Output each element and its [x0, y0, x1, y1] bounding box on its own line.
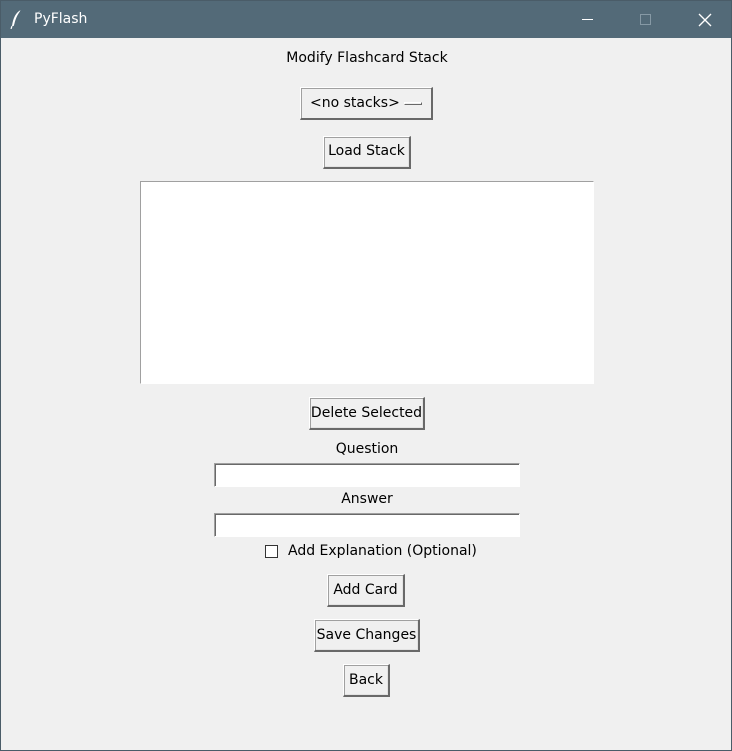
close-icon [698, 13, 712, 27]
question-label: Question [335, 441, 399, 457]
feather-icon [9, 9, 25, 30]
save-changes-label: Save Changes [316, 627, 417, 643]
maximize-icon [640, 14, 651, 25]
question-field[interactable] [214, 463, 520, 487]
checkbox-icon[interactable] [265, 545, 278, 558]
delete-selected-label: Delete Selected [310, 405, 423, 421]
title-bar[interactable]: PyFlash [1, 1, 731, 38]
stack-select-dropdown[interactable]: <no stacks> [300, 87, 433, 120]
answer-label: Answer [341, 491, 393, 507]
maximize-button[interactable] [617, 1, 675, 38]
minimize-icon [582, 19, 593, 20]
back-button[interactable]: Back [343, 664, 390, 697]
delete-selected-button[interactable]: Delete Selected [309, 397, 425, 430]
add-card-label: Add Card [333, 582, 398, 598]
answer-field[interactable] [214, 513, 520, 537]
app-window: PyFlash Modify Flashcard Stack <no stack… [0, 0, 732, 751]
page-title: Modify Flashcard Stack [286, 50, 448, 66]
back-label: Back [349, 672, 383, 688]
close-button[interactable] [675, 1, 732, 38]
add-explanation-label: Add Explanation (Optional) [288, 543, 477, 559]
cards-listbox[interactable] [140, 181, 594, 384]
minimize-button[interactable] [559, 1, 617, 38]
add-card-button[interactable]: Add Card [327, 574, 405, 607]
load-stack-label: Load Stack [328, 143, 405, 159]
window-title: PyFlash [34, 11, 88, 27]
save-changes-button[interactable]: Save Changes [314, 619, 420, 652]
dropdown-indicator-icon [404, 102, 422, 105]
stack-select-value: <no stacks> [310, 95, 400, 111]
load-stack-button[interactable]: Load Stack [323, 136, 411, 169]
